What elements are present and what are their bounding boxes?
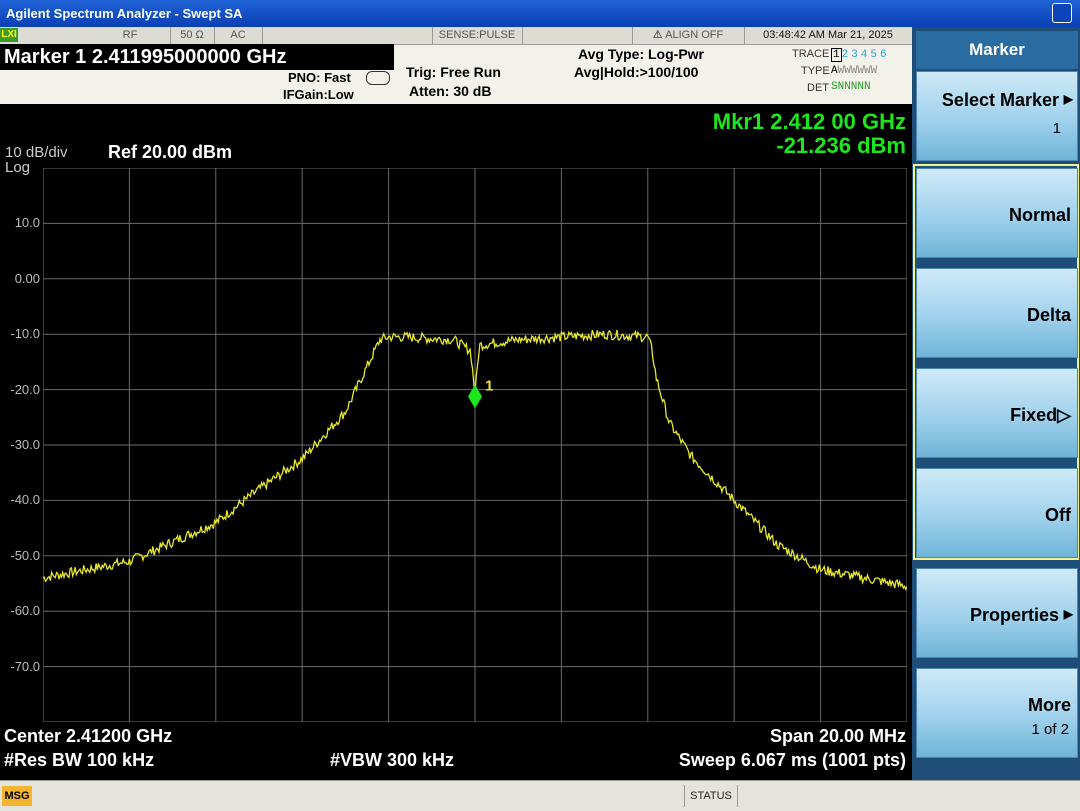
align-indicator: ⚠ ALIGN OFF [632, 27, 745, 44]
rbw: #Res BW 100 kHz [4, 750, 155, 770]
status-strip: LXI RF 50 Ω AC SENSE:PULSE ⚠ ALIGN OFF 0… [0, 27, 913, 45]
trace-status: 1 23456 AWWWWWW SNNNNN [831, 47, 909, 99]
normal-softkey[interactable]: Normal [916, 168, 1078, 258]
span: Span 20.00 MHz [769, 726, 906, 746]
vbw: #VBW 300 kHz [330, 750, 455, 770]
datetime: 03:48:42 AM Mar 21, 2025 [744, 27, 913, 44]
arrow-right-icon: ▶ [1063, 92, 1073, 106]
ref-level: Ref 20.00 dBm [108, 142, 233, 162]
settings-panel: LXI RF 50 Ω AC SENSE:PULSE ⚠ ALIGN OFF 0… [0, 27, 913, 104]
msg-indicator[interactable]: MSG [2, 786, 32, 806]
trace-numbers: 1 23456 [831, 48, 890, 62]
marker-1-label: 1 [485, 377, 493, 394]
spectrum-plot: 1 [43, 168, 907, 722]
active-marker-title: Marker 1 2.411995000000 GHz [0, 44, 394, 70]
y-tick-label: -60.0 [10, 603, 40, 619]
marker-readout: Mkr1 2.412 00 GHz -21.236 dBm [713, 110, 906, 158]
marker-1-diamond[interactable] [468, 384, 482, 409]
det-label: DET [807, 82, 829, 94]
pno-setting: PNO: Fast [288, 70, 351, 85]
ifgain-setting: IFGain:Low [283, 87, 354, 102]
trigger-setting: Trig: Free Run [406, 64, 501, 80]
sweep-time: Sweep 6.067 ms (1001 pts) [678, 750, 906, 770]
trace-type: AWWWWWW [831, 65, 878, 77]
properties-softkey[interactable]: Properties ▶ [916, 568, 1078, 658]
softkey-panel: Marker Select Marker ▶ 1 Normal Delta Fi… [912, 27, 1080, 780]
y-tick-label: -70.0 [10, 658, 40, 674]
center-frequency: Center 2.41200 GHz [4, 726, 173, 746]
marker-readout-freq: Mkr1 2.412 00 GHz [712, 109, 906, 134]
y-tick-label: -10.0 [10, 326, 40, 342]
fixed-softkey[interactable]: Fixed▷ [916, 368, 1078, 458]
y-tick-label: 10.0 [14, 215, 40, 231]
arrow-right-icon: ▶ [1063, 607, 1073, 621]
coupling-indicator: AC [214, 27, 263, 44]
warning-icon: ⚠ [652, 29, 663, 41]
sense-indicator: SENSE:PULSE [432, 27, 523, 44]
trace-label: TRACE [792, 48, 830, 60]
y-tick-label: 0.00 [14, 270, 40, 286]
marker-readout-amp: -21.236 dBm [776, 133, 906, 158]
rf-indicator: RF [90, 27, 171, 44]
y-tick-label: -20.0 [10, 381, 40, 397]
window-title-bar: Agilent Spectrum Analyzer - Swept SA [0, 0, 1080, 27]
atten-setting: Atten: 30 dB [409, 83, 492, 99]
more-softkey[interactable]: More 1 of 2 [916, 668, 1078, 758]
spectrum-display: Mkr1 2.412 00 GHz -21.236 dBm 10 dB/div … [0, 104, 912, 780]
trigger-icon [366, 71, 390, 85]
avg-hold-setting: Avg|Hold:>100/100 [574, 64, 699, 80]
lxi-badge: LXI [0, 28, 18, 42]
y-tick-label: -50.0 [10, 547, 40, 563]
impedance-indicator: 50 Ω [170, 27, 215, 44]
y-tick-label: -30.0 [10, 437, 40, 452]
off-softkey[interactable]: Off [916, 468, 1078, 558]
type-label: TYPE [801, 65, 830, 77]
menu-title: Marker [916, 31, 1078, 69]
delta-softkey[interactable]: Delta [916, 268, 1078, 358]
select-marker-softkey[interactable]: Select Marker ▶ 1 [916, 71, 1078, 161]
scale-type: Log [5, 159, 31, 176]
close-window-button[interactable] [1052, 3, 1072, 23]
status-indicator[interactable]: STATUS [684, 785, 738, 807]
avg-type-setting: Avg Type: Log-Pwr [578, 46, 704, 62]
message-bar: MSG STATUS [0, 780, 1080, 811]
y-tick-label: -40.0 [10, 492, 40, 508]
window-title: Agilent Spectrum Analyzer - Swept SA [6, 6, 243, 21]
trace-detector: SNNNNN [831, 81, 871, 93]
